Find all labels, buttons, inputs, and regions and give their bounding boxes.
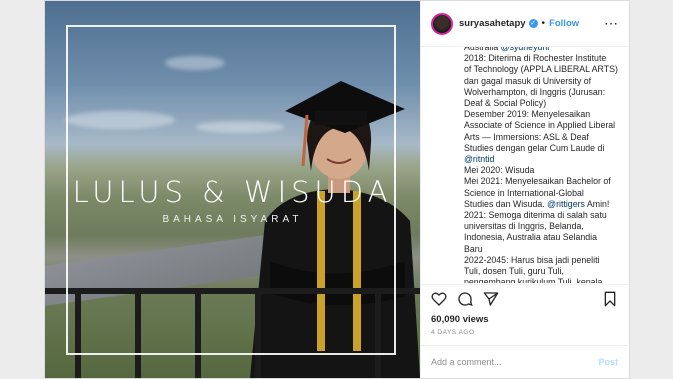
post-timestamp[interactable]: 4 DAYS AGO [431,329,475,336]
verified-badge-icon: ✓ [528,19,538,28]
instagram-post: LULUS & WISUDA BAHASA ISYARAT suryasahet… [44,0,630,379]
heart-icon[interactable] [431,291,447,307]
bookmark-icon[interactable] [602,291,618,307]
caption-line: Indonesia, Australia atau Selandia [464,232,598,243]
post-comment-button[interactable]: Post [598,357,618,367]
comment-input[interactable]: Add a comment... [431,357,598,367]
caption-line: Mei 2020: Wisuda [464,165,535,176]
view-count[interactable]: 60,090 views [431,314,489,325]
caption-line: Associate of Science in Applied Liberal [464,120,616,131]
mention-link[interactable]: @rittigers [547,199,585,209]
caption-line: 2022-2045: Harus bisa jadi peneliti [464,254,600,265]
caption-line: of Technology (APPLA LIBERAL ARTS) [464,64,618,75]
username-link[interactable]: suryasahetapy [459,18,526,29]
image-subtitle: BAHASA ISYARAT [162,214,303,225]
caption-line: dan gagal masuk di University of [464,75,592,86]
image-title: LULUS & WISUDA [72,175,393,209]
caption-line: universitas di Inggris, Belanda, [464,221,584,232]
caption-line: Wolverhampton, di Inggris (Jurusan: [464,86,606,97]
caption-line: Baru [464,243,483,254]
caption-line: Science in International-Global [464,187,584,198]
caption-line: Tuli, dosen Tuli, guru Tuli, [464,266,564,277]
caption-line: Desember 2019: Menyelesaikan [464,109,591,120]
more-options-icon[interactable]: ⋯ [604,15,619,32]
action-bar [421,284,628,312]
mention-link[interactable]: @sydneyuni [501,47,550,52]
caption-line: pengembang kurikulum Tuli, kepala [464,277,603,283]
caption: Australia @sydneyuni 2018: Diterima di Ro… [421,47,628,283]
comment-icon[interactable] [457,291,473,307]
caption-line: Arts — Immersions: ASL & Deaf [464,131,589,142]
caption-line: @ritntid [464,154,618,165]
caption-line: 2021: Semoga diterima di salah satu [464,210,607,221]
avatar[interactable] [431,12,453,35]
caption-line: Deaf & Social Policy) [464,98,547,109]
post-header: suryasahetapy ✓ • Follow ⋯ [421,1,629,47]
post-image[interactable]: LULUS & WISUDA BAHASA ISYARAT [45,1,420,378]
caption-line: 2018: Diterima di Rochester Institute [464,53,607,64]
caption-line: Studies dan Wisuda. @rittigers Amin! [464,198,610,209]
follow-button[interactable]: Follow [549,18,579,29]
caption-line: Studies dengan gelar Cum Laude di [464,142,605,153]
mention-link[interactable]: @ritntid [464,154,494,164]
share-icon[interactable] [483,291,499,307]
comment-bar: Add a comment... Post [421,345,628,378]
caption-line: Mei 2021: Menyelesaikan Bachelor of [464,176,611,187]
caption-text: Australia @sydneyuni 2018: Diterima di Ro… [464,47,618,283]
separator-dot: • [541,18,546,29]
post-sidebar: suryasahetapy ✓ • Follow ⋯ Australia @sy… [420,1,629,378]
